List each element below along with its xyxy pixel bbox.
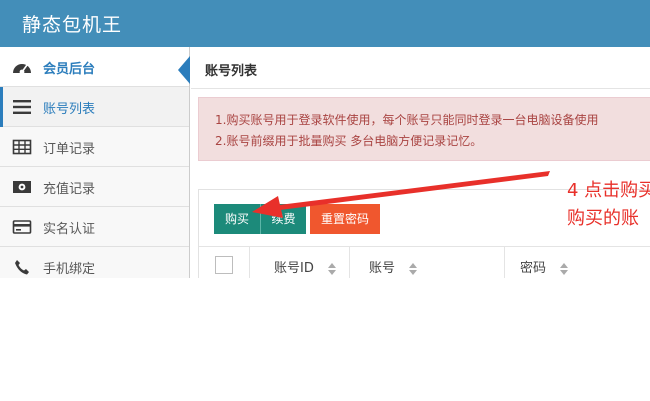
sidebar-item-label: 订单记录: [43, 142, 96, 157]
column-header-label: 账号ID: [274, 261, 314, 276]
money-icon: [13, 181, 31, 193]
column-header-label: 账号: [369, 261, 396, 276]
breadcrumb: 账号列表: [191, 47, 650, 89]
annotation-text-line-1: 4 点击购买: [567, 180, 650, 201]
notice-alert: 1.购买账号用于登录软件使用，每个账号只能同时登录一台电脑设备使用 2.账号前缀…: [198, 97, 650, 161]
top-navbar: 静态包机王: [0, 0, 650, 47]
column-header-account-id[interactable]: 账号ID: [274, 257, 336, 276]
notice-line-1: 1.购买账号用于登录软件使用，每个账号只能同时登录一台电脑设备使用: [215, 113, 599, 127]
column-divider: [349, 247, 350, 278]
buy-button[interactable]: 购买: [214, 204, 260, 234]
column-header-label: 密码: [520, 261, 547, 276]
sidebar-item-label: 账号列表: [43, 102, 96, 117]
screenshot-area: 静态包机王 会员后台 账号列表 订单记录 充值记录 实名认证 手机绑定 账号列表…: [0, 0, 650, 278]
sidebar-item-recharge-records[interactable]: 充值记录: [0, 167, 189, 207]
annotation-text-line-2: 购买的账: [567, 208, 639, 229]
sort-icon: [560, 262, 569, 275]
renew-button[interactable]: 续费: [260, 204, 306, 234]
sidebar-item-real-name-auth[interactable]: 实名认证: [0, 207, 189, 247]
column-header-password[interactable]: 密码: [520, 257, 569, 276]
sidebar-item-account-list[interactable]: 账号列表: [0, 87, 189, 127]
main-content: 账号列表 1.购买账号用于登录软件使用，每个账号只能同时登录一台电脑设备使用 2…: [191, 47, 650, 278]
notice-line-2: 2.账号前缀用于批量购买 多台电脑方便记录记忆。: [215, 134, 483, 148]
sort-icon: [328, 262, 336, 275]
breadcrumb-current: 账号列表: [205, 64, 258, 79]
dashboard-icon: [13, 64, 31, 75]
account-table-panel: 购买 续费 重置密码 账号ID 账号 密码: [198, 189, 650, 278]
active-item-caret: [178, 56, 190, 84]
sidebar-item-label: 实名认证: [43, 222, 96, 237]
sidebar-item-phone-binding[interactable]: 手机绑定: [0, 247, 189, 278]
select-all-checkbox[interactable]: [215, 256, 233, 274]
phone-icon: [15, 260, 29, 275]
sidebar-item-label: 会员后台: [43, 62, 96, 77]
reset-password-button[interactable]: 重置密码: [310, 204, 380, 234]
sidebar-item-label: 手机绑定: [43, 262, 96, 277]
credit-card-icon: [12, 220, 32, 234]
table-icon: [12, 139, 32, 155]
list-icon: [13, 100, 31, 114]
sidebar-item-order-records[interactable]: 订单记录: [0, 127, 189, 167]
column-header-account[interactable]: 账号: [369, 257, 418, 276]
column-divider: [504, 247, 505, 278]
sidebar: 会员后台 账号列表 订单记录 充值记录 实名认证 手机绑定: [0, 47, 190, 278]
column-divider: [249, 247, 250, 278]
table-header: 账号ID 账号 密码: [199, 246, 650, 278]
sidebar-item-label: 充值记录: [43, 182, 96, 197]
sidebar-item-member-dashboard[interactable]: 会员后台: [0, 47, 189, 87]
sort-icon: [409, 262, 418, 275]
app-title: 静态包机王: [22, 14, 123, 36]
